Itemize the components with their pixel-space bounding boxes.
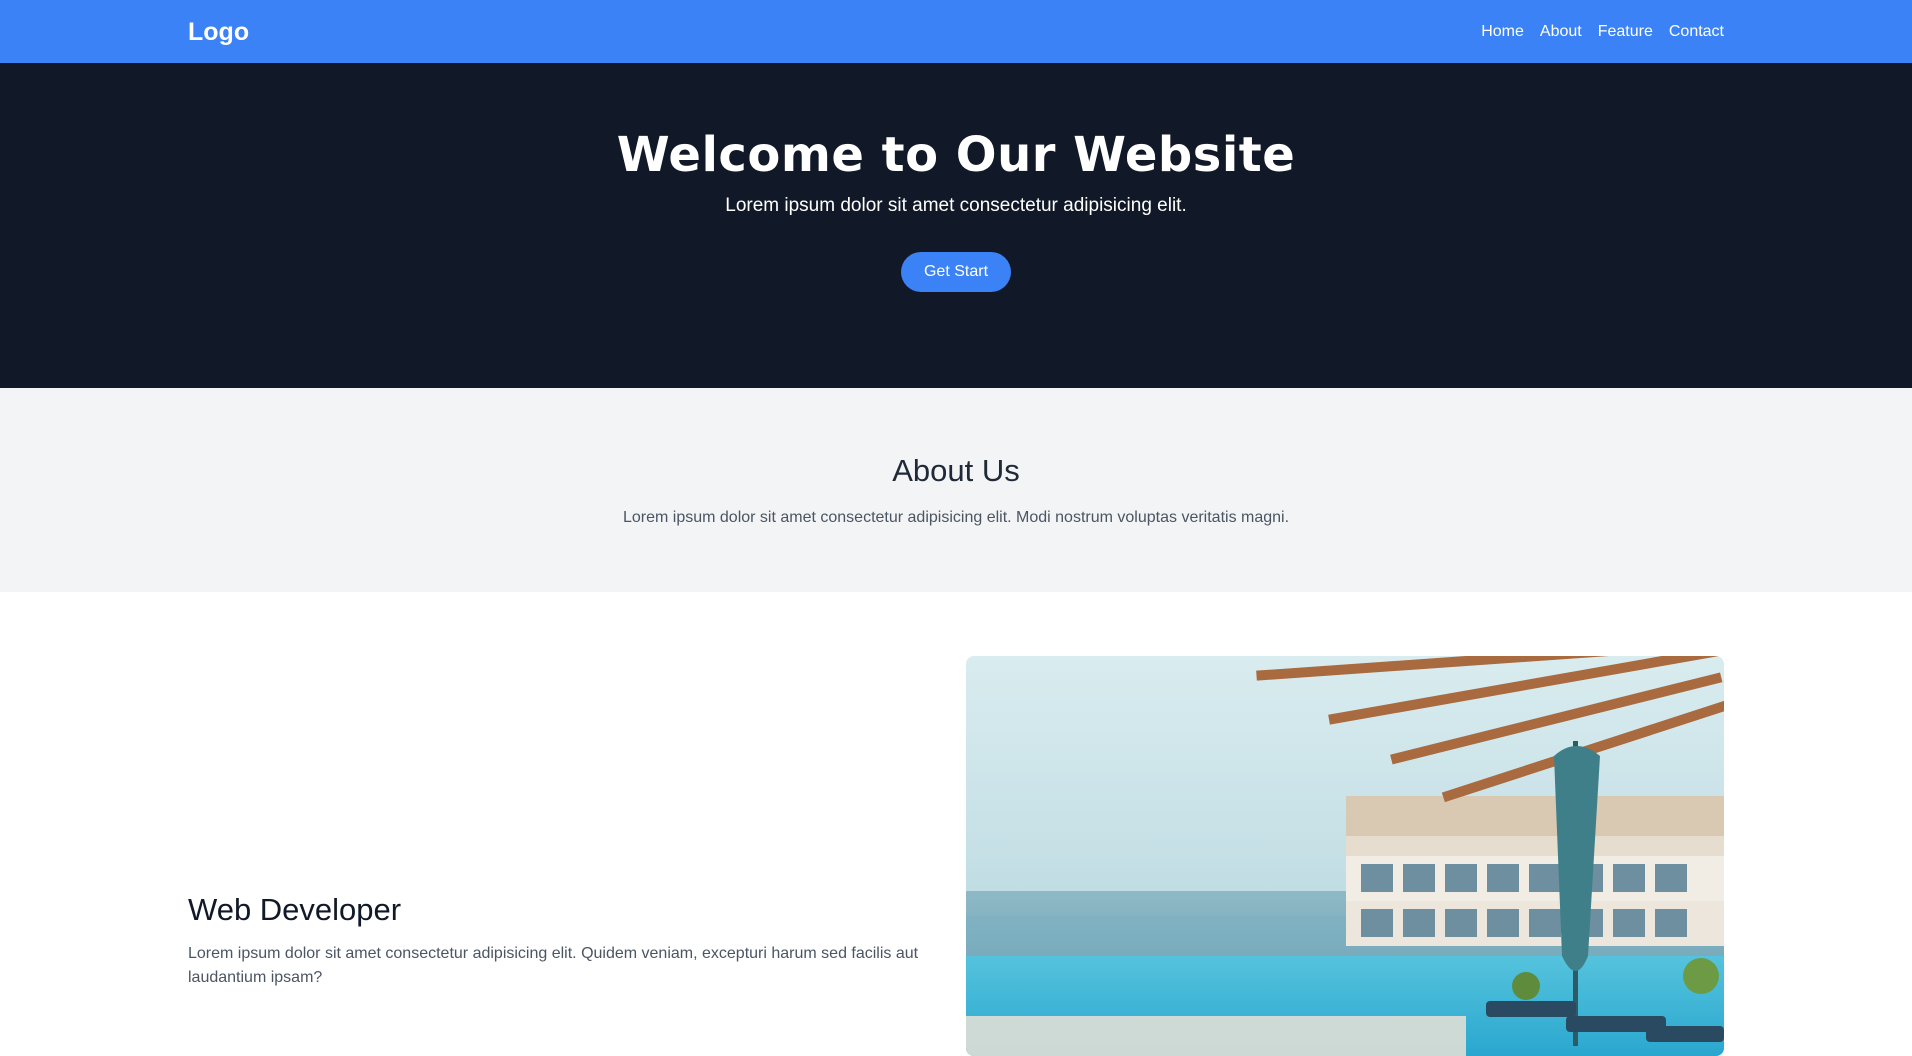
nav-link-home[interactable]: Home (1481, 20, 1524, 44)
get-start-button[interactable]: Get Start (901, 252, 1011, 292)
about-section: About Us Lorem ipsum dolor sit amet cons… (0, 388, 1912, 592)
hero-title: Welcome to Our Website (616, 127, 1296, 183)
hero-section: Welcome to Our Website Lorem ipsum dolor… (0, 63, 1912, 388)
nav-link-about[interactable]: About (1540, 20, 1582, 44)
about-title: About Us (892, 453, 1020, 488)
nav-link-feature[interactable]: Feature (1598, 20, 1653, 44)
feature-text: Lorem ipsum dolor sit amet consectetur a… (188, 945, 919, 986)
feature-section: Web Developer Lorem ipsum dolor sit amet… (0, 592, 1912, 1056)
resort-pool-illustration (966, 656, 1724, 1056)
logo[interactable]: Logo (188, 17, 249, 47)
feature-title: Web Developer (188, 892, 402, 927)
hero-subtitle: Lorem ipsum dolor sit amet consectetur a… (725, 195, 1187, 216)
navbar: Logo Home About Feature Contact (0, 0, 1912, 63)
main-nav: Home About Feature Contact (1481, 20, 1724, 44)
resort-pool-image (966, 656, 1724, 1056)
about-text: Lorem ipsum dolor sit amet consectetur a… (622, 509, 1290, 526)
nav-link-contact[interactable]: Contact (1669, 20, 1724, 44)
